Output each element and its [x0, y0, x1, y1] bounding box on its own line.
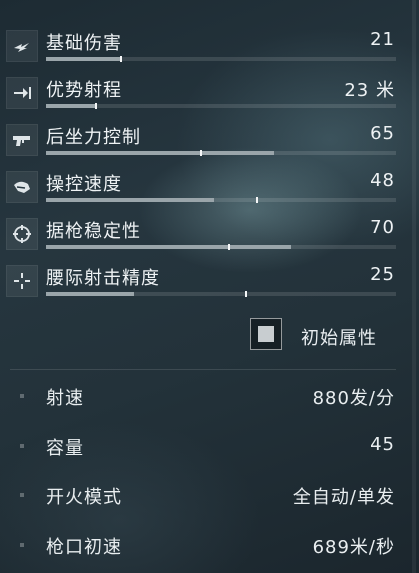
stat-label: 操控速度	[46, 174, 122, 195]
stat-row-range: 优势射程 23 米	[0, 73, 419, 117]
stat-value: 65	[370, 123, 395, 144]
spec-row-muzzle-velocity: 枪口初速 689米/秒	[0, 532, 419, 562]
recoil-icon	[6, 124, 38, 156]
section-divider	[10, 369, 396, 370]
handling-icon	[6, 171, 38, 203]
stat-bar-marker	[120, 56, 122, 62]
stat-bar-fill	[46, 104, 95, 108]
range-icon	[6, 77, 38, 109]
stat-bar	[46, 56, 396, 62]
stat-label: 后坐力控制	[46, 127, 141, 148]
stat-label: 据枪稳定性	[46, 221, 141, 242]
stat-value: 21	[370, 29, 395, 50]
bullet-icon	[20, 444, 24, 448]
stat-row-recoil: 后坐力控制 65	[0, 120, 419, 164]
stat-value: 23 米	[344, 80, 395, 101]
base-stats-label: 初始属性	[301, 328, 377, 349]
base-stats-checkbox[interactable]	[250, 318, 282, 350]
stat-bar-marker	[200, 150, 202, 156]
stat-bar	[46, 244, 396, 250]
stat-label: 优势射程	[46, 80, 122, 101]
spec-value: 45	[370, 434, 395, 455]
stat-label: 基础伤害	[46, 33, 122, 54]
stat-bar	[46, 291, 396, 297]
spec-label: 开火模式	[46, 487, 122, 508]
bullet-icon	[20, 394, 24, 398]
stat-bar-marker	[256, 197, 258, 203]
bullet-icon	[20, 543, 24, 547]
spec-row-capacity: 容量 45	[0, 433, 419, 463]
stat-bar-fill	[46, 57, 120, 61]
stat-value: 25	[370, 264, 395, 285]
stat-bar-marker	[95, 103, 97, 109]
spec-row-fire-rate: 射速 880发/分	[0, 383, 419, 413]
stat-bar-marker	[228, 244, 230, 250]
hipfire-icon	[6, 265, 38, 297]
spec-label: 容量	[46, 438, 84, 459]
stat-bar	[46, 103, 396, 109]
spec-value: 全自动/单发	[292, 487, 395, 508]
stat-bar-fill	[46, 292, 134, 296]
spec-value: 880发/分	[312, 388, 395, 409]
stat-value: 70	[370, 217, 395, 238]
stat-bar	[46, 197, 396, 203]
stat-row-hipfire: 腰际射击精度 25	[0, 261, 419, 305]
checkbox-check-mark	[258, 326, 274, 342]
spec-value: 689米/秒	[312, 537, 395, 558]
weapon-stats-panel: 基础伤害 21 优势射程 23 米 后坐力控制 65 操控速度 48 据枪稳定性…	[0, 0, 419, 573]
stat-row-handling: 操控速度 48	[0, 167, 419, 211]
stat-bar-marker	[245, 291, 247, 297]
stat-bar-fill	[46, 151, 274, 155]
spec-label: 枪口初速	[46, 537, 122, 558]
spec-label: 射速	[46, 388, 84, 409]
damage-icon	[6, 30, 38, 62]
stat-row-damage: 基础伤害 21	[0, 26, 419, 70]
stat-bar-fill	[46, 245, 291, 249]
stat-label: 腰际射击精度	[46, 268, 160, 289]
stat-bar	[46, 150, 396, 156]
stat-row-stability: 据枪稳定性 70	[0, 214, 419, 258]
spec-row-fire-mode: 开火模式 全自动/单发	[0, 482, 419, 512]
bullet-icon	[20, 493, 24, 497]
crosshair-icon	[6, 218, 38, 250]
scrollbar[interactable]	[412, 0, 416, 573]
stat-value: 48	[370, 170, 395, 191]
stat-bar-fill	[46, 198, 214, 202]
